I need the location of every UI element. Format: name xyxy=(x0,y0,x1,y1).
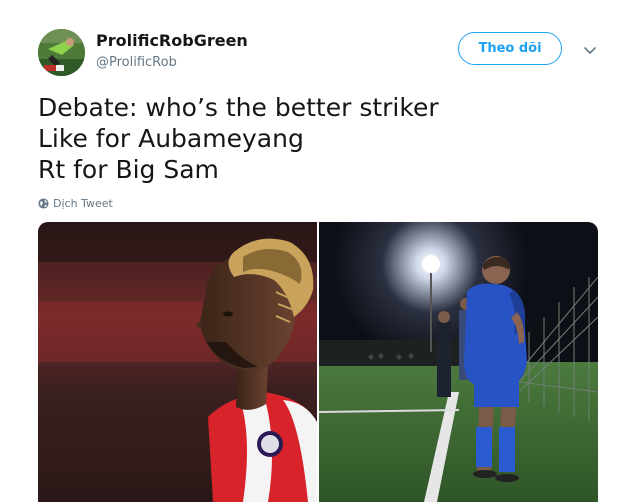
tweet-text: Debate: who’s the better striker Like fo… xyxy=(38,92,439,185)
translate-label: Dịch Tweet xyxy=(53,196,113,210)
follow-button[interactable]: Theo dõi xyxy=(458,32,562,65)
translate-tweet-link[interactable]: Dịch Tweet xyxy=(38,196,113,210)
photo-aubameyang[interactable] xyxy=(38,222,317,502)
user-handle[interactable]: @ProlificRob xyxy=(96,55,177,70)
photo-big-sam[interactable] xyxy=(319,222,598,502)
tweet-line: Rt for Big Sam xyxy=(38,155,219,184)
tweet-line: Debate: who’s the better striker xyxy=(38,93,439,122)
chevron-down-icon[interactable] xyxy=(581,41,599,59)
tweet-media[interactable] xyxy=(38,222,598,502)
globe-icon xyxy=(38,197,49,209)
tweet-line: Like for Aubameyang xyxy=(38,124,304,153)
display-name[interactable]: ProlificRobGreen xyxy=(96,31,248,50)
avatar[interactable] xyxy=(38,29,85,76)
